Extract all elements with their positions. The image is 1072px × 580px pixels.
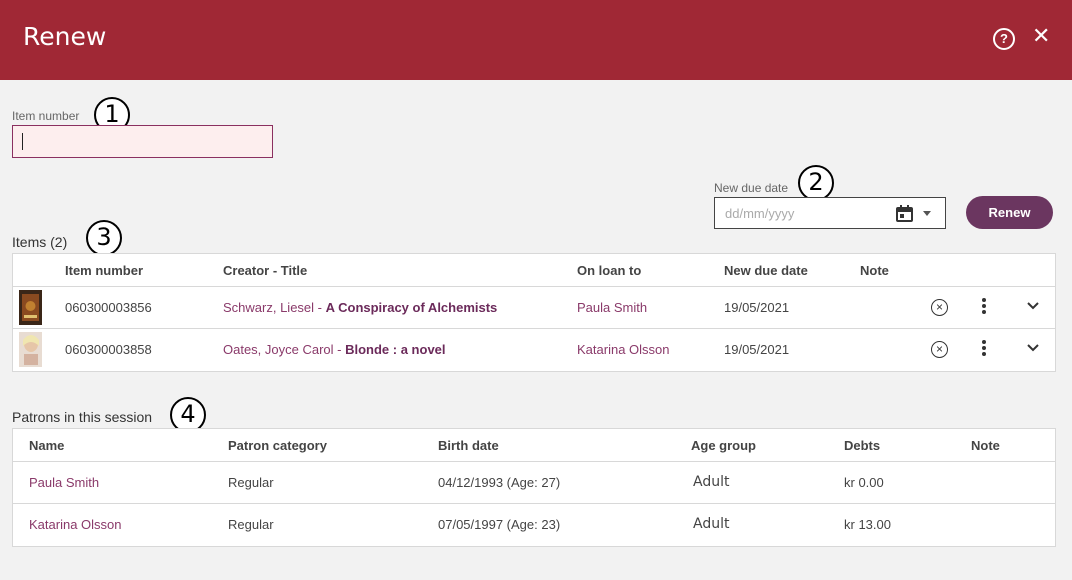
items-heading: Items (2) — [12, 234, 68, 250]
debts-cell: kr 0.00 — [844, 475, 884, 490]
close-icon[interactable]: ✕ — [1032, 25, 1050, 47]
text-caret — [22, 133, 23, 150]
new-due-date-cell: 19/05/2021 — [724, 300, 790, 315]
item-number-cell: 060300003858 — [65, 342, 152, 357]
creator-title-cell[interactable]: Oates, Joyce Carol - Blonde : a novel — [223, 342, 446, 357]
book-cover-thumbnail — [19, 332, 42, 367]
patron-category-cell: Regular — [228, 517, 274, 532]
col-on-loan-to: On loan to — [577, 263, 642, 278]
col-name: Name — [29, 438, 65, 453]
col-note: Note — [971, 438, 1000, 453]
patron-category-cell: Regular — [228, 475, 274, 490]
dialog-header: Renew ? ✕ — [0, 0, 1072, 80]
more-options-icon[interactable] — [981, 298, 987, 316]
dialog-title: Renew — [23, 22, 107, 51]
help-icon[interactable]: ? — [993, 28, 1015, 50]
col-age-group: Age group — [691, 438, 756, 453]
patron-name-link[interactable]: Paula Smith — [29, 475, 99, 490]
table-row: Katarina Olsson Regular 07/05/1997 (Age:… — [13, 504, 1055, 546]
age-group-cell: Adult — [693, 474, 730, 490]
new-due-date-cell: 19/05/2021 — [724, 342, 790, 357]
items-table: Item number Creator - Title On loan to N… — [12, 253, 1056, 372]
on-loan-to-link[interactable]: Paula Smith — [577, 300, 647, 315]
patrons-heading: Patrons in this session — [12, 409, 153, 425]
creator-link[interactable]: Schwarz, Liesel - — [223, 300, 326, 315]
patrons-table: Name Patron category Birth date Age grou… — [12, 428, 1056, 547]
remove-icon[interactable]: × — [931, 299, 948, 316]
on-loan-to-link[interactable]: Katarina Olsson — [577, 342, 670, 357]
new-due-date-label: New due date — [714, 181, 789, 195]
title-link[interactable]: A Conspiracy of Alchemists — [326, 300, 498, 315]
birth-date-cell: 04/12/1993 (Age: 27) — [438, 475, 561, 490]
col-item-number: Item number — [65, 263, 144, 278]
patrons-table-header: Name Patron category Birth date Age grou… — [13, 429, 1055, 462]
chevron-down-icon[interactable] — [1025, 339, 1041, 355]
creator-link[interactable]: Oates, Joyce Carol - — [223, 342, 345, 357]
birth-date-cell: 07/05/1997 (Age: 23) — [438, 517, 561, 532]
new-due-date-field[interactable]: dd/mm/yyyy — [714, 197, 946, 229]
dropdown-arrow-icon[interactable] — [923, 211, 931, 216]
debts-cell: kr 13.00 — [844, 517, 891, 532]
table-row: Paula Smith Regular 04/12/1993 (Age: 27)… — [13, 462, 1055, 504]
title-link[interactable]: Blonde : a novel — [345, 342, 445, 357]
patron-name-link[interactable]: Katarina Olsson — [29, 517, 122, 532]
table-row: 060300003856 Schwarz, Liesel - A Conspir… — [13, 287, 1055, 329]
chevron-down-icon[interactable] — [1025, 297, 1041, 313]
calendar-icon[interactable] — [896, 205, 913, 222]
more-options-icon[interactable] — [981, 340, 987, 358]
col-patron-category: Patron category — [228, 438, 327, 453]
creator-title-cell[interactable]: Schwarz, Liesel - A Conspiracy of Alchem… — [223, 300, 497, 315]
col-note: Note — [860, 263, 889, 278]
callout-2: 2 — [798, 165, 834, 201]
col-debts: Debts — [844, 438, 881, 453]
col-creator-title: Creator - Title — [223, 263, 308, 278]
col-birth-date: Birth date — [438, 438, 499, 453]
col-new-due-date: New due date — [724, 263, 808, 278]
item-number-cell: 060300003856 — [65, 300, 152, 315]
age-group-cell: Adult — [693, 516, 730, 532]
callout-3: 3 — [86, 220, 122, 256]
renew-button[interactable]: Renew — [966, 196, 1053, 229]
item-number-label: Item number — [12, 109, 80, 123]
book-cover-thumbnail — [19, 290, 42, 325]
table-row: 060300003858 Oates, Joyce Carol - Blonde… — [13, 329, 1055, 371]
remove-icon[interactable]: × — [931, 341, 948, 358]
due-date-placeholder: dd/mm/yyyy — [725, 206, 795, 221]
item-number-input[interactable] — [12, 125, 273, 158]
items-table-header: Item number Creator - Title On loan to N… — [13, 254, 1055, 287]
